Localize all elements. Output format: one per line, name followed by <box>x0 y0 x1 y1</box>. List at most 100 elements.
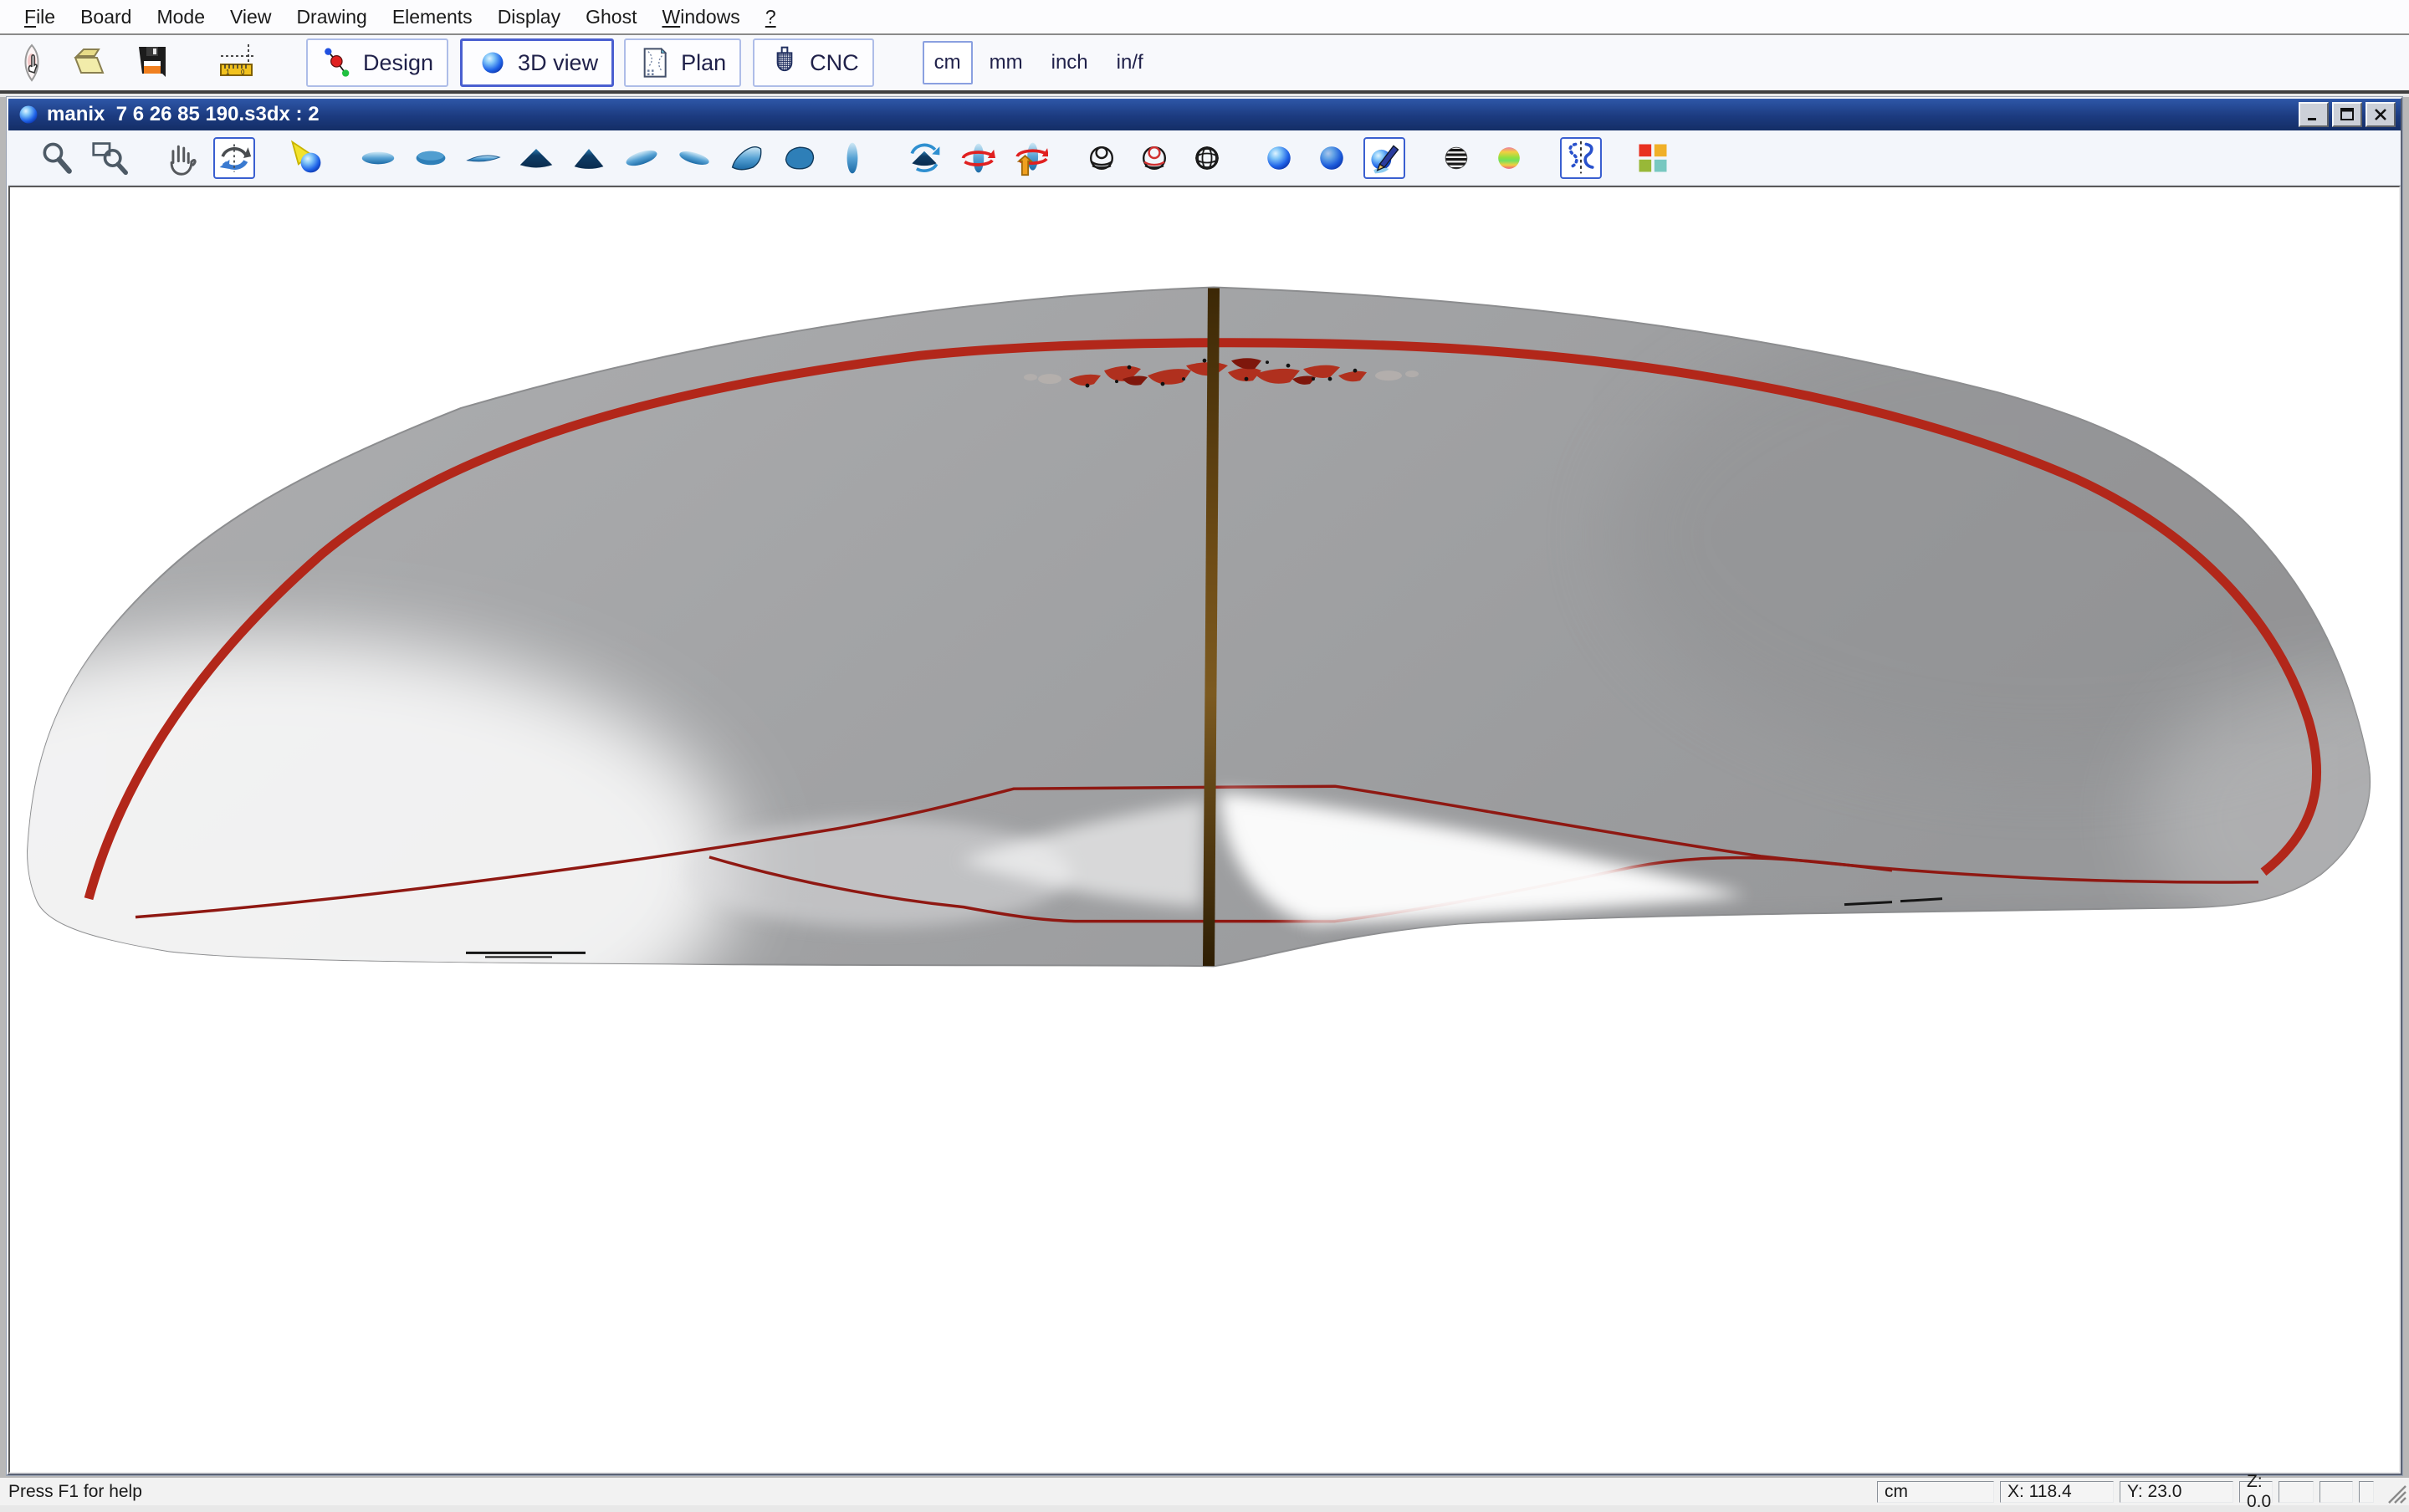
shaded-sphere-icon[interactable] <box>1258 137 1300 179</box>
menu-label: Board <box>80 6 131 28</box>
view-perspective-4-icon[interactable] <box>779 137 821 179</box>
view-toolbar <box>8 130 2401 186</box>
rotate-board-icon[interactable] <box>956 137 998 179</box>
menu-windows[interactable]: Windows <box>649 6 752 28</box>
view-bottom-icon[interactable] <box>357 137 399 179</box>
menu-label: indows <box>680 6 740 28</box>
status-cell <box>2279 1481 2314 1503</box>
view-perspective-3-icon[interactable] <box>726 137 768 179</box>
zoom-window-icon[interactable] <box>89 137 130 179</box>
menu-accelerator: W <box>662 6 680 28</box>
smooth-sphere-icon[interactable] <box>1311 137 1353 179</box>
menu-label: ile <box>36 6 55 28</box>
paint-sphere-icon[interactable] <box>1363 137 1405 179</box>
zoom-icon[interactable] <box>36 137 78 179</box>
design-mode-label: Design <box>363 50 433 76</box>
design-nodes-icon <box>321 46 355 79</box>
rotate-view-icon[interactable] <box>903 137 945 179</box>
unit-inch[interactable]: inch <box>1040 41 1100 84</box>
document-titlebar[interactable]: manix 7 6 26 85 190.s3dx : 2 <box>8 99 2401 130</box>
menu-mode[interactable]: Mode <box>144 6 217 28</box>
open-folder-icon <box>69 43 109 83</box>
status-cell <box>2319 1481 2353 1503</box>
menu-label: Mode <box>156 6 205 28</box>
menu-display[interactable]: Display <box>485 6 573 28</box>
view-nose-icon[interactable] <box>515 137 557 179</box>
main-toolbar: Design 3D view Plan CNC cm mm inch in/f <box>0 35 2409 94</box>
sphere-3d-icon <box>476 46 509 79</box>
menu-label: Drawing <box>296 6 366 28</box>
new-board-icon <box>12 43 52 83</box>
save-floppy-icon <box>132 43 172 83</box>
save-button[interactable] <box>130 38 174 88</box>
unit-selector: cm mm inch in/f <box>923 41 1155 84</box>
board-3d-render <box>10 187 2399 1472</box>
menu-accelerator: ? <box>765 6 776 28</box>
status-cells: cm X: 118.4 Y: 23.0 Z: 0.0 <box>1871 1481 2374 1503</box>
rotate-3d-icon[interactable] <box>213 137 255 179</box>
view-3d-mode-button[interactable]: 3D view <box>460 38 614 87</box>
minimize-button[interactable] <box>2299 102 2329 127</box>
curvature-sphere-icon[interactable] <box>1488 137 1530 179</box>
menu-file[interactable]: File <box>12 6 68 28</box>
document-window: manix 7 6 26 85 190.s3dx : 2 <box>7 97 2402 1475</box>
view-perspective-1-icon[interactable] <box>621 137 662 179</box>
menu-label: Display <box>498 6 560 28</box>
pan-hand-icon[interactable] <box>161 137 202 179</box>
rotate-board-up-icon[interactable] <box>1009 137 1051 179</box>
status-cell: cm <box>1877 1481 1994 1503</box>
unit-inf[interactable]: in/f <box>1105 41 1155 84</box>
document-title: manix 7 6 26 85 190.s3dx : 2 <box>47 103 2295 126</box>
status-cell: Y: 23.0 <box>2120 1481 2233 1503</box>
view-front-icon[interactable] <box>831 137 873 179</box>
menu-accelerator: F <box>24 6 36 28</box>
cnc-mode-button[interactable]: CNC <box>753 38 874 87</box>
status-cell: Z: 0.0 <box>2239 1481 2273 1503</box>
view-profile-icon[interactable] <box>463 137 504 179</box>
close-icon <box>2372 106 2389 123</box>
view-perspective-2-icon[interactable] <box>673 137 715 179</box>
status-help-text: Press F1 for help <box>8 1482 1871 1502</box>
unit-mm[interactable]: mm <box>978 41 1035 84</box>
menu-view[interactable]: View <box>217 6 284 28</box>
wireframe-sphere-icon[interactable] <box>1081 137 1123 179</box>
cnc-mode-label: CNC <box>810 50 859 76</box>
menu-bar: File Board Mode View Drawing Elements Di… <box>0 0 2409 35</box>
open-button[interactable] <box>67 38 110 88</box>
zebra-sphere-icon[interactable] <box>1435 137 1477 179</box>
mdi-workspace: manix 7 6 26 85 190.s3dx : 2 <box>0 97 2409 1477</box>
close-button[interactable] <box>2366 102 2396 127</box>
ruler-icon <box>212 43 263 83</box>
view-tail-icon[interactable] <box>568 137 610 179</box>
view-deck-icon[interactable] <box>410 137 452 179</box>
status-cell <box>2359 1481 2374 1503</box>
document-sphere-icon <box>17 103 40 126</box>
new-board-button[interactable] <box>10 38 54 88</box>
design-mode-button[interactable]: Design <box>306 38 448 87</box>
menu-label: Ghost <box>586 6 637 28</box>
symmetry-icon[interactable] <box>1560 137 1602 179</box>
menu-drawing[interactable]: Drawing <box>284 6 379 28</box>
plan-mode-button[interactable]: Plan <box>624 38 741 87</box>
menu-label: Elements <box>392 6 473 28</box>
menu-board[interactable]: Board <box>68 6 144 28</box>
colors-icon[interactable] <box>1632 137 1674 179</box>
surfboard <box>10 288 2399 1102</box>
wireframe-red-sphere-icon[interactable] <box>1133 137 1175 179</box>
maximize-icon <box>2339 106 2355 123</box>
plan-mode-label: Plan <box>681 50 726 76</box>
menu-elements[interactable]: Elements <box>380 6 485 28</box>
view-3d-mode-label: 3D view <box>518 50 598 76</box>
cnc-bit-icon <box>768 46 801 79</box>
plan-document-icon <box>639 46 673 79</box>
resize-grip[interactable] <box>2382 1479 2407 1504</box>
unit-cm[interactable]: cm <box>923 41 973 84</box>
menu-help[interactable]: ? <box>753 6 789 28</box>
viewport-3d[interactable] <box>8 186 2401 1474</box>
status-cell: X: 118.4 <box>2000 1481 2114 1503</box>
mesh-sphere-icon[interactable] <box>1186 137 1228 179</box>
light-icon[interactable] <box>285 137 327 179</box>
dimensions-button[interactable] <box>207 38 268 88</box>
maximize-button[interactable] <box>2332 102 2362 127</box>
menu-ghost[interactable]: Ghost <box>573 6 649 28</box>
